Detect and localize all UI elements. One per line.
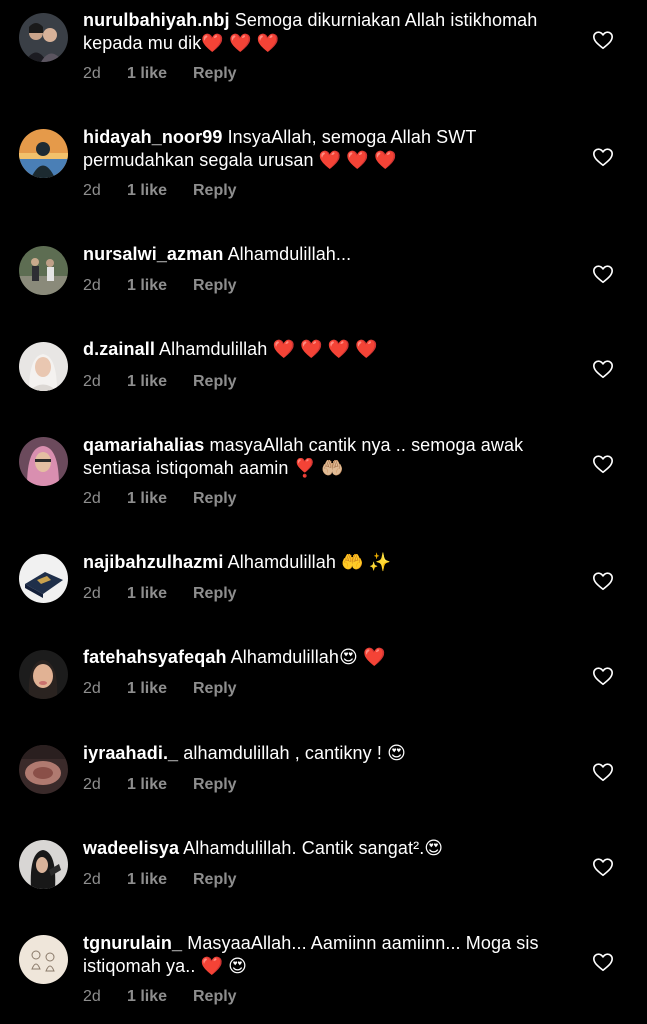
comment-body: Alhamdulillah😍 ❤️	[230, 647, 386, 667]
avatar[interactable]	[19, 13, 68, 62]
comment-meta: 2d 1 like Reply	[83, 181, 237, 201]
comment-time: 2d	[83, 871, 101, 888]
comment-username[interactable]: nurulbahiyah.nbj	[83, 10, 230, 30]
heart-outline-icon[interactable]	[592, 146, 614, 168]
reply-button[interactable]: Reply	[193, 584, 237, 604]
heart-outline-icon[interactable]	[592, 453, 614, 475]
comment-meta: 2d 1 like Reply	[83, 870, 237, 890]
avatar[interactable]	[19, 437, 68, 486]
reply-button[interactable]: Reply	[193, 372, 237, 392]
comment-username[interactable]: wadeelisya	[83, 838, 179, 858]
heart-outline-icon[interactable]	[592, 856, 614, 878]
comment-body: alhamdulillah , cantikny ! 😍	[183, 743, 406, 763]
comment-likes[interactable]: 1 like	[127, 372, 193, 392]
comment-likes[interactable]: 1 like	[127, 870, 193, 890]
reply-button[interactable]: Reply	[193, 679, 237, 699]
comment-text: nurulbahiyah.nbj Semoga dikurniakan Alla…	[83, 9, 573, 55]
comment-username[interactable]: qamariahalias	[83, 435, 204, 455]
reply-button[interactable]: Reply	[193, 870, 237, 890]
comment-likes[interactable]: 1 like	[127, 64, 193, 84]
comment-text: hidayah_noor99 InsyaAllah, semoga Allah …	[83, 126, 573, 172]
comment-meta: 2d 1 like Reply	[83, 679, 237, 699]
comment-body: Alhamdulillah...	[227, 244, 352, 264]
comment-text: qamariahalias masyaAllah cantik nya .. s…	[83, 434, 573, 480]
reply-button[interactable]: Reply	[193, 64, 237, 84]
comment-likes[interactable]: 1 like	[127, 679, 193, 699]
comment-time: 2d	[83, 988, 101, 1005]
reply-button[interactable]: Reply	[193, 181, 237, 201]
comment-likes[interactable]: 1 like	[127, 276, 193, 296]
heart-outline-icon[interactable]	[592, 358, 614, 380]
avatar[interactable]	[19, 129, 68, 178]
heart-outline-icon[interactable]	[592, 761, 614, 783]
comment-body: Alhamdulillah. Cantik sangat².😍	[183, 838, 444, 858]
heart-outline-icon[interactable]	[592, 570, 614, 592]
heart-outline-icon[interactable]	[592, 665, 614, 687]
comment-time: 2d	[83, 490, 101, 507]
avatar[interactable]	[19, 745, 68, 794]
comment-username[interactable]: hidayah_noor99	[83, 127, 222, 147]
heart-outline-icon[interactable]	[592, 29, 614, 51]
comment-username[interactable]: najibahzulhazmi	[83, 552, 224, 572]
avatar[interactable]	[19, 935, 68, 984]
comment-meta: 2d 1 like Reply	[83, 775, 237, 795]
comment-time: 2d	[83, 680, 101, 697]
avatar[interactable]	[19, 840, 68, 889]
comment-username[interactable]: nursalwi_azman	[83, 244, 223, 264]
comment-text: iyraahadi._ alhamdulillah , cantikny ! 😍	[83, 742, 573, 765]
comment-time: 2d	[83, 65, 101, 82]
comment-text: najibahzulhazmi Alhamdulillah 🤲 ✨	[83, 551, 573, 574]
comment-text: fatehahsyafeqah Alhamdulillah😍 ❤️	[83, 646, 573, 669]
comment-meta: 2d 1 like Reply	[83, 64, 237, 84]
comment-meta: 2d 1 like Reply	[83, 276, 237, 296]
comment-time: 2d	[83, 373, 101, 390]
reply-button[interactable]: Reply	[193, 489, 237, 509]
comment-time: 2d	[83, 585, 101, 602]
comment-meta: 2d 1 like Reply	[83, 372, 237, 392]
comment-text: tgnurulain_ MasyaaAllah... Aamiinn aamii…	[83, 932, 573, 978]
comment-body: Alhamdulillah ❤️ ❤️ ❤️ ❤️	[159, 339, 378, 359]
avatar[interactable]	[19, 246, 68, 295]
comment-meta: 2d 1 like Reply	[83, 987, 237, 1007]
comment-text: nursalwi_azman Alhamdulillah...	[83, 243, 573, 266]
comment-likes[interactable]: 1 like	[127, 775, 193, 795]
reply-button[interactable]: Reply	[193, 987, 237, 1007]
comment-body: Alhamdulillah 🤲 ✨	[227, 552, 392, 572]
heart-outline-icon[interactable]	[592, 263, 614, 285]
comment-username[interactable]: d.zainall	[83, 339, 155, 359]
comment-text: wadeelisya Alhamdulillah. Cantik sangat²…	[83, 837, 573, 860]
comment-meta: 2d 1 like Reply	[83, 489, 237, 509]
comment-likes[interactable]: 1 like	[127, 584, 193, 604]
comment-time: 2d	[83, 776, 101, 793]
comment-username[interactable]: fatehahsyafeqah	[83, 647, 227, 667]
comment-likes[interactable]: 1 like	[127, 987, 193, 1007]
comment-text: d.zainall Alhamdulillah ❤️ ❤️ ❤️ ❤️	[83, 338, 573, 361]
comment-likes[interactable]: 1 like	[127, 489, 193, 509]
comment-time: 2d	[83, 182, 101, 199]
comment-likes[interactable]: 1 like	[127, 181, 193, 201]
comment-username[interactable]: tgnurulain_	[83, 933, 182, 953]
heart-outline-icon[interactable]	[592, 951, 614, 973]
avatar[interactable]	[19, 554, 68, 603]
avatar[interactable]	[19, 342, 68, 391]
reply-button[interactable]: Reply	[193, 775, 237, 795]
comment-username[interactable]: iyraahadi._	[83, 743, 178, 763]
comment-time: 2d	[83, 277, 101, 294]
reply-button[interactable]: Reply	[193, 276, 237, 296]
avatar[interactable]	[19, 650, 68, 699]
comment-meta: 2d 1 like Reply	[83, 584, 237, 604]
